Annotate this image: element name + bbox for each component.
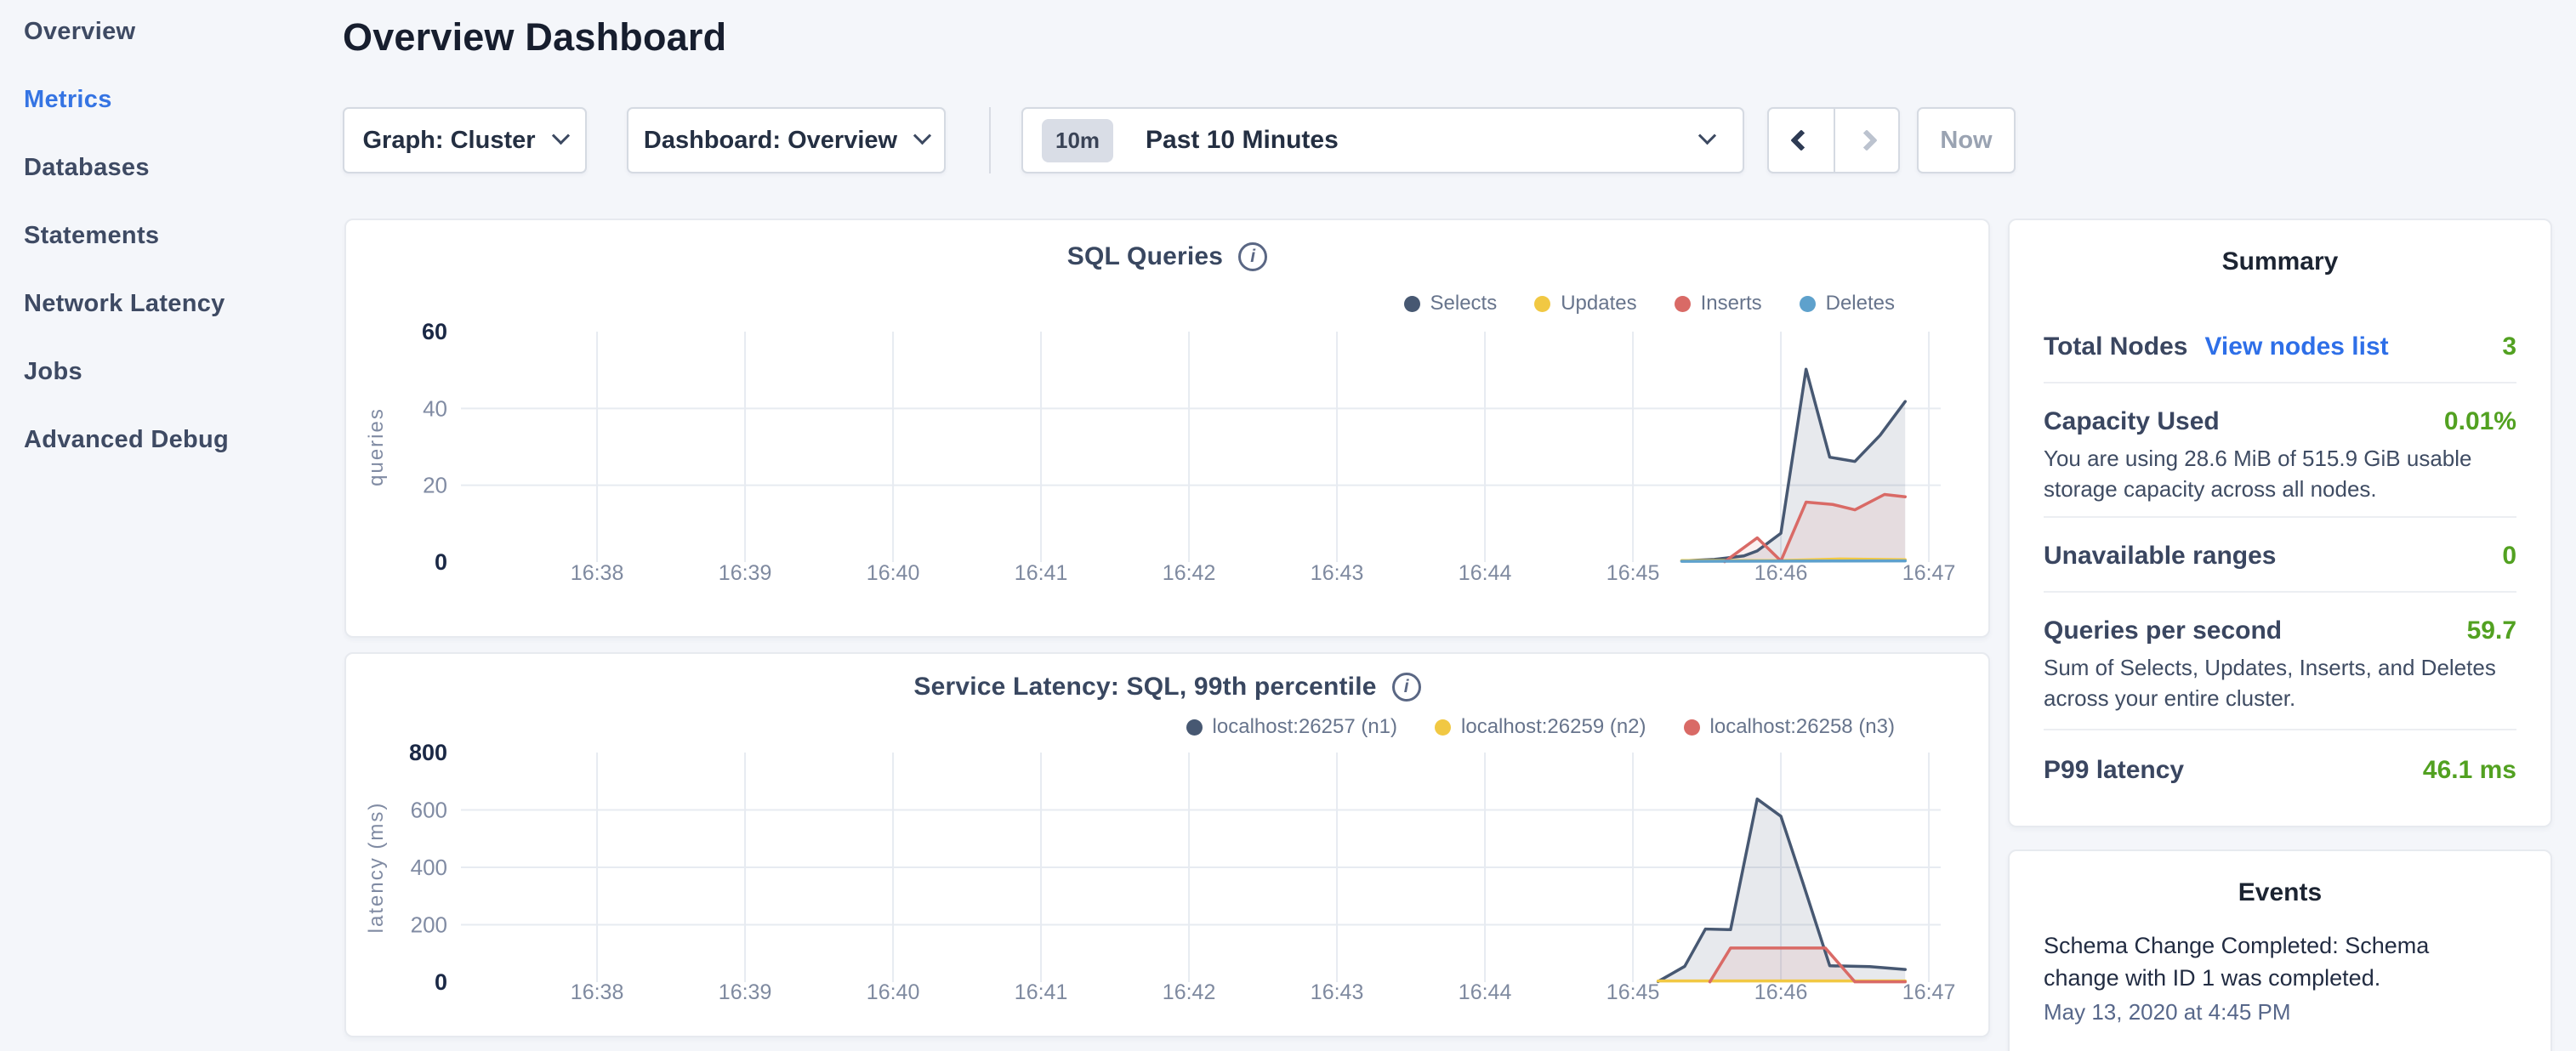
svg-text:200: 200: [411, 912, 447, 938]
summary-value: 46.1 ms: [2423, 756, 2516, 785]
dashboard-dropdown[interactable]: Dashboard: Overview: [627, 107, 946, 173]
events-panel: Events Schema Change Completed: Schema c…: [2008, 849, 2552, 1051]
divider: [2044, 382, 2516, 383]
dashboard-label: Dashboard: Overview: [644, 127, 897, 155]
toolbar-divider: [989, 107, 991, 173]
summary-value: 0: [2502, 542, 2516, 571]
now-button-label: Now: [1940, 127, 1992, 155]
svg-text:16:43: 16:43: [1311, 980, 1364, 1004]
summary-title: Summary: [2044, 220, 2516, 276]
summary-description: You are using 28.6 MiB of 515.9 GiB usab…: [2044, 443, 2528, 504]
chevron-down-icon: [551, 127, 569, 145]
now-button[interactable]: Now: [1917, 107, 2016, 173]
summary-label: Total Nodes: [2044, 332, 2187, 361]
summary-value: 3: [2502, 332, 2516, 361]
summary-description: Sum of Selects, Updates, Inserts, and De…: [2044, 652, 2528, 713]
sidebar-item-overview[interactable]: Overview: [24, 17, 313, 46]
sql-queries-chart[interactable]: 16:38 16:39 16:40 16:41 16:42 16:43 16:44 16:45…: [346, 220, 1992, 639]
event-timestamp: May 13, 2020 at 4:45 PM: [2044, 999, 2516, 1025]
svg-text:16:42: 16:42: [1163, 561, 1216, 585]
svg-text:60: 60: [422, 319, 447, 344]
sidebar-item-network-latency[interactable]: Network Latency: [24, 289, 313, 318]
sidebar-item-metrics[interactable]: Metrics: [24, 85, 313, 114]
service-latency-chart[interactable]: 16:38 16:39 16:40 16:41 16:42 16:43 16:44 16:45…: [346, 654, 1992, 1039]
summary-label: Capacity Used: [2044, 407, 2220, 436]
time-range-badge: 10m: [1042, 119, 1113, 162]
svg-text:0: 0: [435, 549, 447, 575]
svg-text:16:47: 16:47: [1902, 561, 1956, 585]
summary-row-total-nodes: Total Nodes View nodes list 3: [2044, 332, 2516, 361]
svg-text:16:39: 16:39: [719, 980, 772, 1004]
svg-text:16:39: 16:39: [719, 561, 772, 585]
svg-text:16:45: 16:45: [1606, 980, 1660, 1004]
summary-row-p99-latency: P99 latency 46.1 ms: [2044, 756, 2516, 785]
svg-text:16:46: 16:46: [1754, 980, 1808, 1004]
summary-row-capacity-used: Capacity Used 0.01%: [2044, 407, 2516, 436]
svg-text:16:42: 16:42: [1163, 980, 1216, 1004]
summary-panel: Summary Total Nodes View nodes list 3 Ca…: [2008, 219, 2552, 827]
svg-text:16:41: 16:41: [1015, 980, 1068, 1004]
sidebar-item-advanced-debug[interactable]: Advanced Debug: [24, 425, 313, 454]
svg-text:16:41: 16:41: [1015, 561, 1068, 585]
svg-text:16:38: 16:38: [571, 980, 624, 1004]
svg-text:16:44: 16:44: [1459, 561, 1512, 585]
svg-text:800: 800: [409, 740, 447, 765]
svg-text:400: 400: [411, 855, 447, 880]
time-range-select[interactable]: 10m Past 10 Minutes: [1021, 107, 1744, 173]
summary-label: Queries per second: [2044, 616, 2282, 645]
chevron-down-icon: [1698, 127, 1716, 145]
divider: [2044, 516, 2516, 518]
svg-text:16:45: 16:45: [1606, 561, 1660, 585]
graph-scope-label: Graph: Cluster: [362, 127, 535, 155]
sidebar-item-databases[interactable]: Databases: [24, 153, 313, 182]
summary-value: 0.01%: [2444, 407, 2516, 436]
svg-text:16:40: 16:40: [867, 980, 920, 1004]
view-nodes-list-link[interactable]: View nodes list: [2204, 332, 2388, 361]
service-latency-card: Service Latency: SQL, 99th percentile i …: [344, 652, 1990, 1037]
sidebar-item-statements[interactable]: Statements: [24, 221, 313, 250]
graph-scope-dropdown[interactable]: Graph: Cluster: [343, 107, 587, 173]
time-range-label: Past 10 Minutes: [1146, 126, 1339, 155]
sidebar: Overview Metrics Databases Statements Ne…: [24, 17, 313, 493]
summary-label: Unavailable ranges: [2044, 542, 2276, 571]
time-window-nav: [1767, 107, 1900, 173]
next-time-button[interactable]: [1834, 109, 1898, 172]
svg-text:latency (ms): latency (ms): [365, 802, 388, 934]
chevron-down-icon: [913, 127, 931, 145]
event-message[interactable]: Schema Change Completed: Schema change w…: [2044, 929, 2473, 994]
svg-text:queries: queries: [365, 407, 388, 486]
chevron-right-icon: [1856, 129, 1877, 151]
svg-text:16:46: 16:46: [1754, 561, 1808, 585]
summary-value: 59.7: [2467, 616, 2516, 645]
summary-label: P99 latency: [2044, 756, 2184, 785]
chevron-left-icon: [1790, 129, 1811, 151]
sidebar-item-jobs[interactable]: Jobs: [24, 357, 313, 386]
summary-row-queries-per-second: Queries per second 59.7: [2044, 616, 2516, 645]
sql-queries-card: SQL Queries i SelectsUpdatesInsertsDelet…: [344, 219, 1990, 638]
svg-text:0: 0: [435, 969, 447, 995]
divider: [2044, 591, 2516, 593]
prev-time-button[interactable]: [1769, 109, 1834, 172]
svg-text:16:43: 16:43: [1311, 561, 1364, 585]
overview-dashboard-page: Overview Metrics Databases Statements Ne…: [0, 0, 2576, 1051]
divider: [2044, 729, 2516, 730]
svg-text:20: 20: [423, 473, 447, 498]
svg-text:16:38: 16:38: [571, 561, 624, 585]
svg-text:16:47: 16:47: [1902, 980, 1956, 1004]
svg-text:600: 600: [411, 798, 447, 823]
page-title: Overview Dashboard: [343, 15, 726, 60]
svg-text:40: 40: [423, 395, 447, 421]
svg-text:16:40: 16:40: [867, 561, 920, 585]
summary-row-unavailable-ranges: Unavailable ranges 0: [2044, 542, 2516, 571]
events-title: Events: [2044, 851, 2516, 907]
svg-text:16:44: 16:44: [1459, 980, 1512, 1004]
